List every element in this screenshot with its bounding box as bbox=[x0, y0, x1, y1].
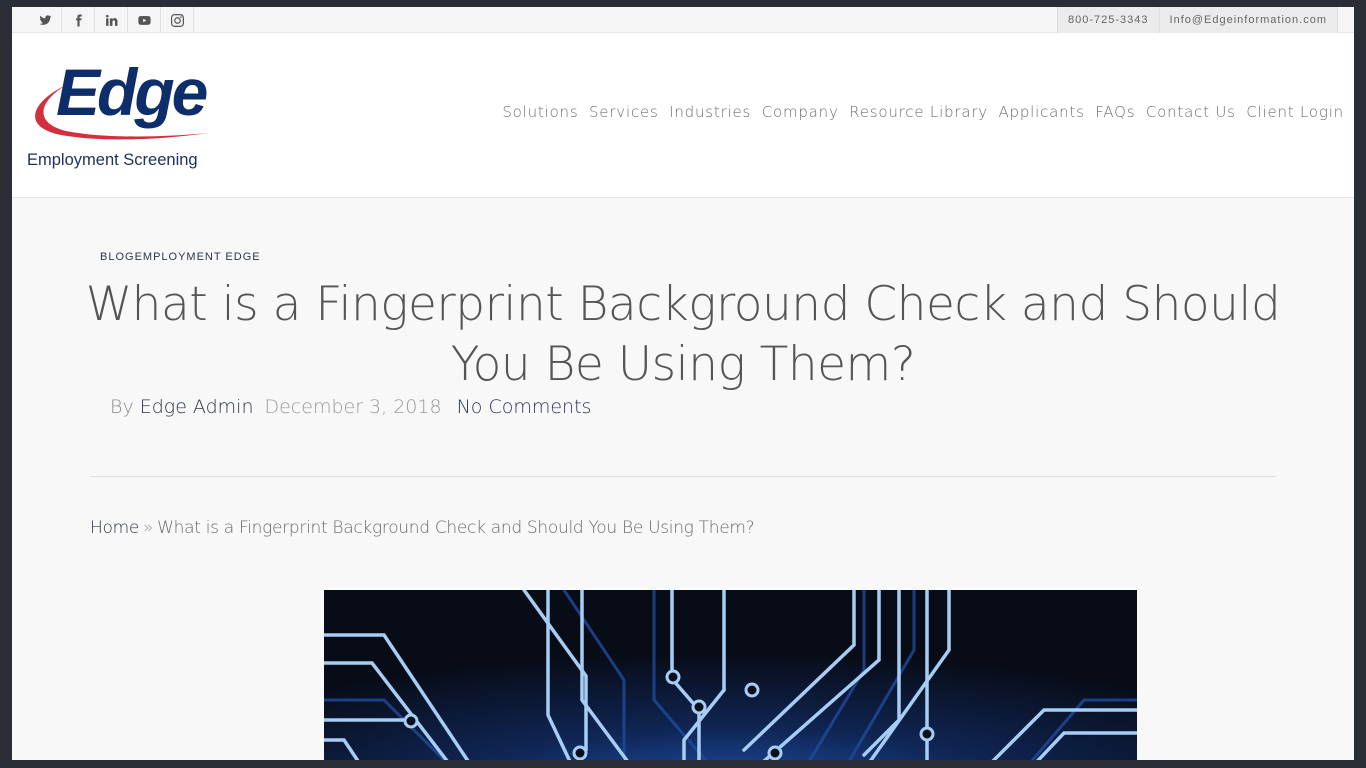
site-header: Edge Employment Screening Solutions Serv… bbox=[12, 33, 1354, 198]
youtube-link[interactable] bbox=[128, 7, 161, 33]
contact-links: 800-725-3343 Info@Edgeinformation.com bbox=[1057, 7, 1338, 33]
top-bar: 800-725-3343 Info@Edgeinformation.com bbox=[12, 7, 1354, 33]
comments-link[interactable]: No Comments bbox=[457, 396, 592, 418]
linkedin-link[interactable] bbox=[95, 7, 128, 33]
nav-item-applicants[interactable]: Applicants bbox=[998, 103, 1084, 121]
nav-item-industries[interactable]: Industries bbox=[669, 103, 751, 121]
post-categories[interactable]: BLOGEMPLOYMENT EDGE bbox=[100, 251, 261, 263]
nav-item-client-login[interactable]: Client Login bbox=[1246, 103, 1344, 121]
linkedin-icon bbox=[105, 14, 117, 26]
phone-link[interactable]: 800-725-3343 bbox=[1057, 7, 1159, 33]
nav-item-contact-us[interactable]: Contact Us bbox=[1146, 103, 1236, 121]
post-date: December 3, 2018 bbox=[264, 396, 442, 418]
site-logo[interactable]: Edge Employment Screening bbox=[26, 57, 216, 172]
email-link[interactable]: Info@Edgeinformation.com bbox=[1158, 7, 1338, 33]
post-title: What is a Fingerprint Background Check a… bbox=[85, 277, 1281, 392]
logo-wordmark: Edge bbox=[56, 55, 208, 129]
instagram-link[interactable] bbox=[161, 7, 194, 33]
twitter-link[interactable] bbox=[30, 7, 62, 33]
author-link[interactable]: Edge Admin bbox=[140, 396, 254, 418]
nav-item-faqs[interactable]: FAQs bbox=[1095, 103, 1135, 121]
twitter-icon bbox=[39, 14, 52, 25]
logo-tagline: Employment Screening bbox=[27, 151, 198, 169]
breadcrumb: Home» What is a Fingerprint Background Ch… bbox=[90, 518, 755, 538]
main-nav: Solutions Services Industries Company Re… bbox=[492, 103, 1344, 121]
breadcrumb-home[interactable]: Home bbox=[90, 518, 139, 538]
nav-item-company[interactable]: Company bbox=[762, 103, 839, 121]
divider bbox=[90, 476, 1276, 477]
facebook-icon bbox=[75, 14, 82, 26]
youtube-icon bbox=[137, 15, 151, 25]
social-links bbox=[30, 7, 194, 33]
post-byline: By Edge Admin bbox=[110, 396, 253, 418]
browser-viewport: 800-725-3343 Info@Edgeinformation.com Ed… bbox=[12, 7, 1354, 760]
instagram-icon bbox=[170, 13, 184, 27]
post-meta: By Edge Admin December 3, 2018 No Commen… bbox=[110, 396, 591, 418]
facebook-link[interactable] bbox=[62, 7, 95, 33]
breadcrumb-separator: » bbox=[143, 518, 154, 538]
circuit-board-image bbox=[324, 590, 1137, 760]
breadcrumb-current: What is a Fingerprint Background Check a… bbox=[157, 518, 755, 538]
by-label: By bbox=[110, 396, 134, 418]
nav-item-services[interactable]: Services bbox=[589, 103, 659, 121]
featured-image bbox=[324, 590, 1137, 760]
nav-item-solutions[interactable]: Solutions bbox=[502, 103, 578, 121]
nav-item-resource-library[interactable]: Resource Library bbox=[849, 103, 988, 121]
